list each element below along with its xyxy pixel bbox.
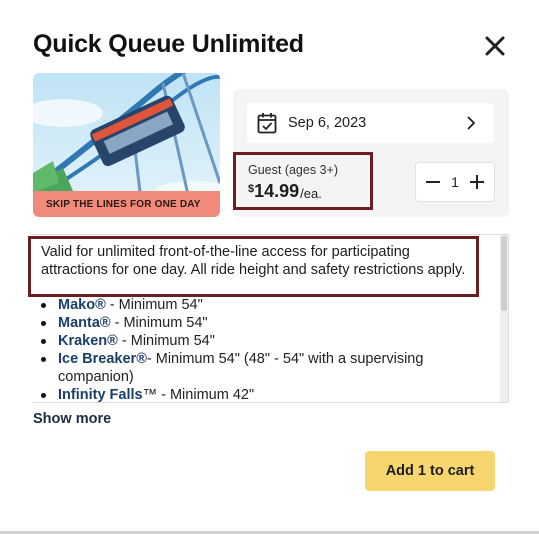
list-item: Ice Breaker®- Minimum 54" (48" - 54" wit… — [40, 350, 480, 386]
ticket-price-info: Guest (ages 3+) $ 14.99 /ea. — [233, 152, 373, 210]
quantity-stepper: 1 — [415, 162, 495, 202]
ride-detail: ™ - Minimum 42" — [142, 387, 255, 403]
chevron-right-icon — [466, 116, 476, 135]
list-item: Infinity Falls™ - Minimum 42" — [40, 386, 480, 404]
ride-name: Mako® — [58, 297, 106, 313]
ride-name: Manta® — [58, 315, 111, 331]
ride-name: Kraken® — [58, 333, 118, 349]
selected-date: Sep 6, 2023 — [288, 115, 367, 131]
modal-title: Quick Queue Unlimited — [33, 30, 304, 58]
ticket-modal: Quick Queue Unlimited SKIP THE LINES FOR… — [0, 0, 539, 534]
list-item: Mako® - Minimum 54" — [40, 296, 480, 314]
ride-detail: - Minimum 54" — [105, 297, 203, 313]
scrollbar-thumb[interactable] — [501, 236, 507, 311]
show-more-link[interactable]: Show more — [33, 411, 111, 427]
date-selector[interactable]: Sep 6, 2023 — [247, 103, 494, 143]
description-text: Valid for unlimited front-of-the-line ac… — [28, 236, 479, 297]
ride-detail: - Minimum 54" — [117, 333, 215, 349]
hero-badge: SKIP THE LINES FOR ONE DAY — [33, 191, 220, 217]
price-unit: /ea. — [300, 186, 322, 201]
ride-detail: - Minimum 54" — [110, 315, 208, 331]
ride-name: Infinity Falls — [58, 387, 143, 403]
scrollbar[interactable] — [500, 235, 508, 402]
add-to-cart-button[interactable]: Add 1 to cart — [365, 451, 495, 491]
minus-icon[interactable] — [424, 173, 442, 191]
calendar-check-icon — [257, 112, 277, 134]
price: $ 14.99 /ea. — [248, 181, 370, 202]
close-icon[interactable] — [481, 33, 509, 59]
quantity-value: 1 — [451, 174, 459, 190]
ride-name: Ice Breaker® — [58, 351, 147, 367]
price-amount: 14.99 — [254, 181, 300, 201]
ride-list: Mako® - Minimum 54" Manta® - Minimum 54"… — [40, 296, 480, 404]
list-item: Kraken® - Minimum 54" — [40, 332, 480, 350]
list-item: Manta® - Minimum 54" — [40, 314, 480, 332]
hero-image: SKIP THE LINES FOR ONE DAY — [33, 73, 220, 217]
plus-icon[interactable] — [468, 173, 486, 191]
ticket-type-label: Guest (ages 3+) — [248, 163, 338, 177]
